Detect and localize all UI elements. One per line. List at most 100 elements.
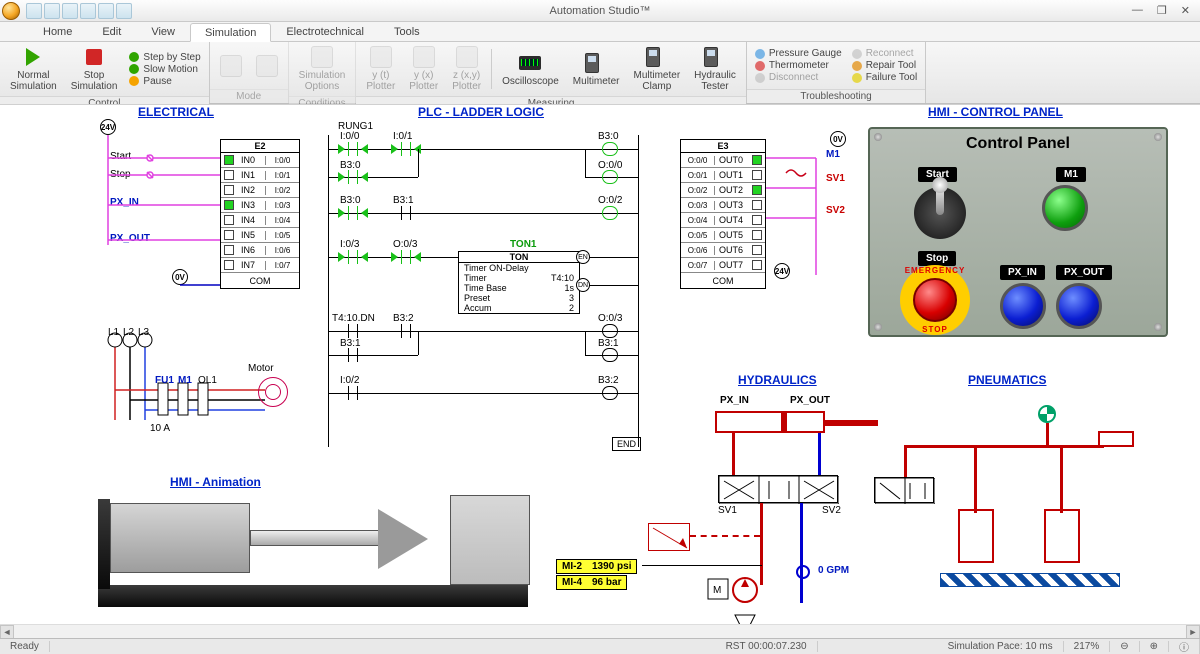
contact-t410dn[interactable] bbox=[345, 324, 361, 338]
normal-simulation-button[interactable]: Normal Simulation bbox=[6, 44, 61, 94]
horizontal-scrollbar[interactable]: ◄ ► bbox=[0, 624, 1200, 638]
scroll-left-button[interactable]: ◄ bbox=[0, 625, 14, 639]
oscilloscope-button[interactable]: Oscilloscope bbox=[498, 50, 563, 89]
disconnect-button[interactable]: Disconnect bbox=[753, 72, 844, 83]
output-module[interactable]: E3 O:0/0OUT0 O:0/1OUT1 O:0/2OUT2 O:0/3OU… bbox=[680, 139, 766, 289]
coil-b32-out[interactable] bbox=[602, 386, 618, 400]
close-button[interactable]: ✕ bbox=[1181, 4, 1190, 17]
tab-view[interactable]: View bbox=[136, 22, 190, 41]
start-switch[interactable] bbox=[914, 187, 966, 239]
pneu-actuator-2[interactable] bbox=[1044, 509, 1080, 563]
step-by-step-button[interactable]: Step by Step bbox=[127, 52, 202, 63]
hyd-cylinder[interactable] bbox=[715, 411, 825, 433]
ribbon-group-control: Normal Simulation Stop Simulation Step b… bbox=[0, 42, 210, 103]
section-hmi-cp: HMI - CONTROL PANEL bbox=[928, 105, 1063, 119]
pneu-actuator-1[interactable] bbox=[958, 509, 994, 563]
pressure-gauge-button[interactable]: Pressure Gauge bbox=[753, 48, 844, 59]
plc-left-rail bbox=[328, 135, 329, 447]
tab-tools[interactable]: Tools bbox=[379, 22, 435, 41]
input-module-name: E2 bbox=[221, 140, 299, 153]
coil-b30[interactable] bbox=[602, 142, 618, 156]
tab-electrotechnical[interactable]: Electrotechnical bbox=[271, 22, 379, 41]
addr-i01: I:0/1 bbox=[393, 131, 412, 142]
scroll-right-button[interactable]: ► bbox=[1186, 625, 1200, 639]
input-module[interactable]: E2 IN0I:0/0 IN1I:0/1 IN2I:0/2 IN3I:0/3 I… bbox=[220, 139, 300, 289]
hyd-pxin: PX_IN bbox=[720, 395, 749, 406]
repair-tool-button[interactable]: Repair Tool bbox=[850, 60, 920, 71]
qat-print-icon[interactable] bbox=[80, 3, 96, 19]
rung-5 bbox=[328, 393, 638, 394]
zoom-in-button[interactable]: ⊕ bbox=[1140, 641, 1169, 652]
contact-i03[interactable] bbox=[345, 250, 361, 264]
stop-simulation-button[interactable]: Stop Simulation bbox=[67, 44, 122, 94]
yt-plotter-button[interactable]: y (t) Plotter bbox=[362, 44, 399, 94]
pneu-cartridge[interactable] bbox=[1098, 431, 1134, 447]
status-ready: Ready bbox=[0, 641, 50, 652]
hydraulic-tester-button[interactable]: Hydraulic Tester bbox=[690, 44, 740, 94]
pneu-valve[interactable] bbox=[874, 477, 934, 503]
coil-o02[interactable] bbox=[602, 206, 618, 220]
maximize-button[interactable]: ❐ bbox=[1157, 4, 1167, 17]
coil-o03[interactable] bbox=[602, 324, 618, 338]
addr-b30-2: B3:0 bbox=[340, 195, 361, 206]
mode-icon bbox=[220, 55, 242, 77]
coil-b31[interactable] bbox=[602, 348, 618, 362]
contact-b32[interactable] bbox=[398, 324, 414, 338]
multimeter-button[interactable]: Multimeter bbox=[569, 50, 624, 89]
mode-button-2[interactable] bbox=[252, 53, 282, 79]
addr-b31-out: B3:1 bbox=[598, 338, 619, 349]
contact-i00[interactable] bbox=[345, 142, 361, 156]
control-panel[interactable]: Control Panel Start M1 Stop PX_IN PX_OUT… bbox=[868, 127, 1168, 337]
contact-b30-latch[interactable] bbox=[345, 170, 361, 184]
ton-dn: DN bbox=[576, 278, 590, 292]
status-zoom[interactable]: 217% bbox=[1064, 641, 1111, 652]
clamp-button[interactable]: Multimeter Clamp bbox=[629, 44, 684, 94]
coil-o00[interactable] bbox=[602, 170, 618, 184]
reconnect-button[interactable]: Reconnect bbox=[850, 48, 920, 59]
hyd-valve[interactable] bbox=[718, 475, 838, 503]
zoom-out-button[interactable]: ⊖ bbox=[1110, 641, 1139, 652]
label-l2: L2 bbox=[123, 327, 134, 338]
ton-block[interactable]: TON Timer ON-Delay TimerT4:10 Time Base1… bbox=[458, 251, 580, 314]
cp-label-pxin: PX_IN bbox=[1000, 265, 1045, 280]
contact-i02[interactable] bbox=[345, 386, 361, 400]
status-pace: Simulation Pace: 10 ms bbox=[938, 641, 1064, 652]
sig-sv1: SV1 bbox=[826, 173, 845, 184]
status-bar: Ready RST 00:00:07.230 Simulation Pace: … bbox=[0, 638, 1200, 654]
app-orb[interactable] bbox=[0, 0, 22, 22]
yx-plotter-button[interactable]: y (x) Plotter bbox=[405, 44, 442, 94]
thermometer-button[interactable]: Thermometer bbox=[753, 60, 844, 71]
contact-b31-nc[interactable] bbox=[398, 206, 414, 220]
minimize-button[interactable]: — bbox=[1132, 4, 1143, 17]
zxy-plotter-button[interactable]: z (x,y) Plotter bbox=[448, 44, 485, 94]
tab-home[interactable]: Home bbox=[28, 22, 87, 41]
conveyor bbox=[940, 573, 1120, 587]
pause-button[interactable]: Pause bbox=[127, 76, 202, 87]
lamp-pxout bbox=[1056, 283, 1102, 329]
simulation-options-button[interactable]: Simulation Options bbox=[295, 44, 350, 94]
qat-undo-icon[interactable] bbox=[44, 3, 60, 19]
emergency-stop-button[interactable]: EMERGENCYSTOP bbox=[900, 265, 970, 335]
cylinder-body[interactable] bbox=[110, 503, 250, 573]
contact-b30-2[interactable] bbox=[345, 206, 361, 220]
svg-text:M: M bbox=[713, 585, 721, 596]
mode-button-1[interactable] bbox=[216, 53, 246, 79]
measurement-mi4[interactable]: MI-496 bar bbox=[556, 575, 627, 590]
drawing-canvas[interactable]: ELECTRICAL PLC - LADDER LOGIC HMI - CONT… bbox=[0, 104, 1200, 638]
addr-i02: I:0/2 bbox=[340, 375, 359, 386]
measurement-mi2[interactable]: MI-21390 psi bbox=[556, 559, 637, 574]
tab-simulation[interactable]: Simulation bbox=[190, 23, 271, 42]
qat-normal-icon[interactable] bbox=[98, 3, 114, 19]
relief-valve[interactable] bbox=[648, 523, 690, 551]
qat-redo-icon[interactable] bbox=[62, 3, 78, 19]
qat-extra-icon[interactable] bbox=[116, 3, 132, 19]
contact-o03[interactable] bbox=[398, 250, 414, 264]
status-info-icon[interactable]: ⓘ bbox=[1169, 639, 1200, 654]
rung-4 bbox=[328, 331, 638, 332]
contact-i01[interactable] bbox=[398, 142, 414, 156]
failure-tool-button[interactable]: Failure Tool bbox=[850, 72, 920, 83]
slow-motion-button[interactable]: Slow Motion bbox=[127, 64, 202, 75]
tab-edit[interactable]: Edit bbox=[87, 22, 136, 41]
qat-save-icon[interactable] bbox=[26, 3, 42, 19]
contact-b31-4[interactable] bbox=[345, 348, 361, 362]
